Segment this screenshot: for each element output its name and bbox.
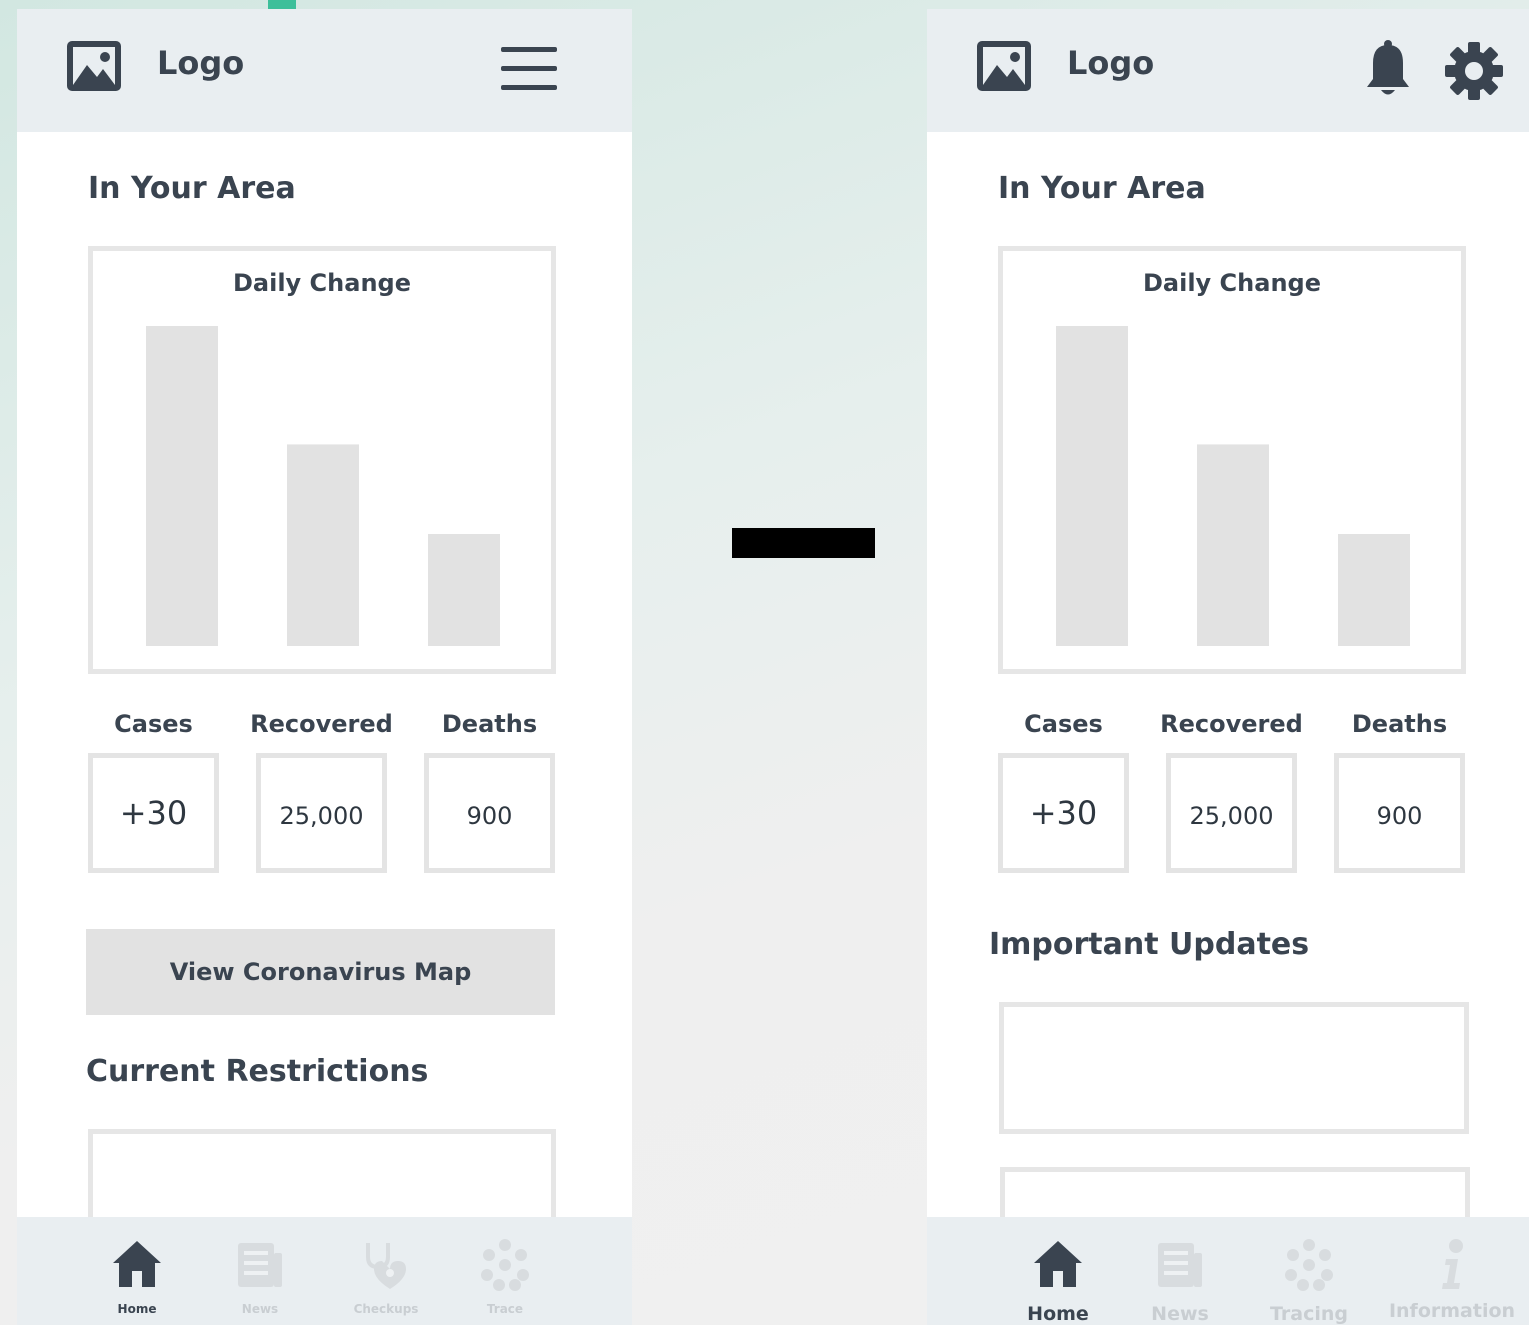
nav-label-information: Information [1388,1300,1516,1322]
newspaper-icon [238,1243,282,1287]
stat-value-deaths: 900 [1376,802,1423,830]
nav-item-tracing[interactable]: Tracing [1257,1217,1361,1325]
view-map-button[interactable]: View Coronavirus Map [86,929,555,1015]
nav-item-trace[interactable]: Trace [465,1217,545,1325]
bar-cases [1056,326,1128,646]
bar-recovered [287,444,359,646]
section-title-area: In Your Area [88,171,296,206]
section-title-updates: Important Updates [989,927,1310,962]
contact-network-icon [481,1239,529,1291]
stat-value-deaths: 900 [466,802,513,830]
nav-item-information[interactable]: Information [1385,1217,1519,1325]
section-title-restrictions: Current Restrictions [86,1054,429,1089]
daily-change-chart: Daily Change [88,246,556,674]
bar-deaths [428,534,500,646]
update-card[interactable] [999,1002,1469,1134]
stat-label-cases: Cases [1024,710,1103,738]
nav-label-news: News [1151,1303,1209,1325]
bar-deaths [1338,534,1410,646]
accent-tab [268,0,296,9]
section-title-area: In Your Area [998,171,1206,206]
stat-box-cases: +30 [998,753,1129,873]
gear-icon[interactable] [1443,40,1505,102]
stat-value-cases: +30 [1029,794,1098,832]
home-icon [113,1241,161,1287]
separator-bar [732,528,875,558]
logo-text: Logo [1067,44,1155,82]
bar-cases [146,326,218,646]
home-icon [1034,1241,1082,1287]
chart-plot [146,326,500,646]
stat-box-cases: +30 [88,753,219,873]
nav-label-home: Home [1027,1303,1089,1325]
newspaper-icon [1158,1243,1202,1287]
stethoscope-heart-icon [366,1243,406,1289]
nav-label-tracing: Tracing [1270,1303,1348,1325]
stat-label-cases: Cases [114,710,193,738]
stat-box-deaths: 900 [1334,753,1465,873]
hamburger-menu-icon[interactable] [501,47,557,91]
bar-recovered [1197,444,1269,646]
stat-value-cases: +30 [119,794,188,832]
bell-icon[interactable] [1363,39,1413,99]
logo-text: Logo [157,44,245,82]
top-bar: Logo [927,9,1529,132]
chart-plot [1056,326,1410,646]
image-icon [977,41,1031,91]
nav-item-checkups[interactable]: Checkups [341,1217,431,1325]
stat-box-recovered: 25,000 [1166,753,1297,873]
bottom-nav: Home News Checkups Trace [17,1217,632,1325]
nav-label-checkups: Checkups [353,1302,419,1316]
nav-item-home[interactable]: Home [97,1217,177,1325]
nav-label-trace: Trace [486,1302,524,1316]
stat-value-recovered: 25,000 [1189,802,1274,830]
stat-box-deaths: 900 [424,753,555,873]
stat-label-deaths: Deaths [1351,710,1448,738]
nav-item-home[interactable]: Home [1015,1217,1101,1325]
nav-item-news[interactable]: News [1137,1217,1223,1325]
image-icon [67,41,121,91]
contact-network-icon [1285,1239,1333,1291]
nav-label-home: Home [117,1302,157,1316]
stat-box-recovered: 25,000 [256,753,387,873]
stat-label-recovered: Recovered [1160,710,1303,738]
info-icon [1442,1239,1463,1289]
bottom-nav: Home News Tracing Information [927,1217,1529,1325]
stat-label-recovered: Recovered [250,710,393,738]
daily-change-chart: Daily Change [998,246,1466,674]
left-phone-screen: Logo In Your Area Daily Change Cases Rec… [17,9,632,1325]
nav-label-news: News [241,1302,279,1316]
stat-label-deaths: Deaths [441,710,538,738]
stat-value-recovered: 25,000 [279,802,364,830]
top-bar: Logo [17,9,632,132]
right-phone-screen: Logo In Your Area Daily Change Cases Rec… [927,9,1529,1325]
nav-item-news[interactable]: News [220,1217,300,1325]
